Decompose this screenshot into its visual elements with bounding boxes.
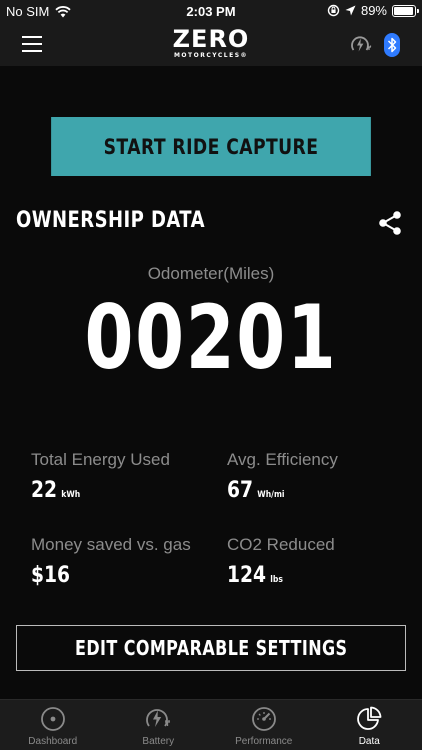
charging-icon[interactable] xyxy=(350,35,372,55)
tab-label: Battery xyxy=(142,736,175,747)
stat-unit: Wh/mi xyxy=(257,490,285,500)
start-ride-capture-button[interactable]: START RIDE CAPTURE xyxy=(51,117,371,176)
location-arrow-icon xyxy=(345,5,356,16)
stat-value: 124 xyxy=(227,563,267,588)
tab-label: Data xyxy=(358,736,380,747)
stat-unit: kWh xyxy=(61,490,81,500)
tab-battery[interactable]: Battery xyxy=(106,700,212,750)
dashboard-icon xyxy=(40,707,65,731)
stat-label: Avg. Efficiency xyxy=(227,450,338,469)
stat-unit: lbs xyxy=(270,575,283,585)
odometer-value: 00201 xyxy=(84,286,338,389)
pie-chart-icon xyxy=(357,706,382,730)
tab-label: Dashboard xyxy=(28,736,78,747)
stat-money-saved: Money saved vs. gas $16 xyxy=(31,535,191,588)
gauge-icon xyxy=(251,707,276,731)
odometer-label: Odometer(Miles) xyxy=(147,264,275,283)
share-icon[interactable] xyxy=(378,210,402,236)
battery-percent: 89% xyxy=(360,3,387,18)
stat-value: 22 xyxy=(31,478,58,503)
stat-label: CO2 Reduced xyxy=(227,535,335,554)
tab-bar: Dashboard Battery Performance Data xyxy=(0,699,422,750)
bluetooth-icon[interactable] xyxy=(384,33,400,57)
battery-bolt-icon xyxy=(146,709,171,727)
tab-performance[interactable]: Performance xyxy=(211,700,317,750)
tab-dashboard[interactable]: Dashboard xyxy=(0,700,106,750)
edit-button-label: EDIT COMPARABLE SETTINGS xyxy=(74,636,348,660)
stat-total-energy: Total Energy Used 22 kWh xyxy=(31,450,170,503)
tab-data[interactable]: Data xyxy=(317,700,422,750)
battery-icon xyxy=(392,4,419,17)
stat-value: $16 xyxy=(31,563,71,588)
stat-co2-reduced: CO2 Reduced 124 lbs xyxy=(227,535,335,588)
rotation-lock-icon xyxy=(327,4,340,17)
stat-label: Total Energy Used xyxy=(31,450,170,469)
stat-value: 67 xyxy=(227,478,254,503)
top-nav: ZERO MOTORCYCLES® xyxy=(0,22,422,66)
edit-comparable-settings-button[interactable]: EDIT COMPARABLE SETTINGS xyxy=(16,625,406,671)
stat-label: Money saved vs. gas xyxy=(31,535,191,554)
status-bar: No SIM 2:03 PM 89% xyxy=(0,0,422,22)
tab-label: Performance xyxy=(235,736,293,747)
section-title: OWNERSHIP DATA xyxy=(16,208,205,233)
stat-avg-efficiency: Avg. Efficiency 67 Wh/mi xyxy=(227,450,338,503)
